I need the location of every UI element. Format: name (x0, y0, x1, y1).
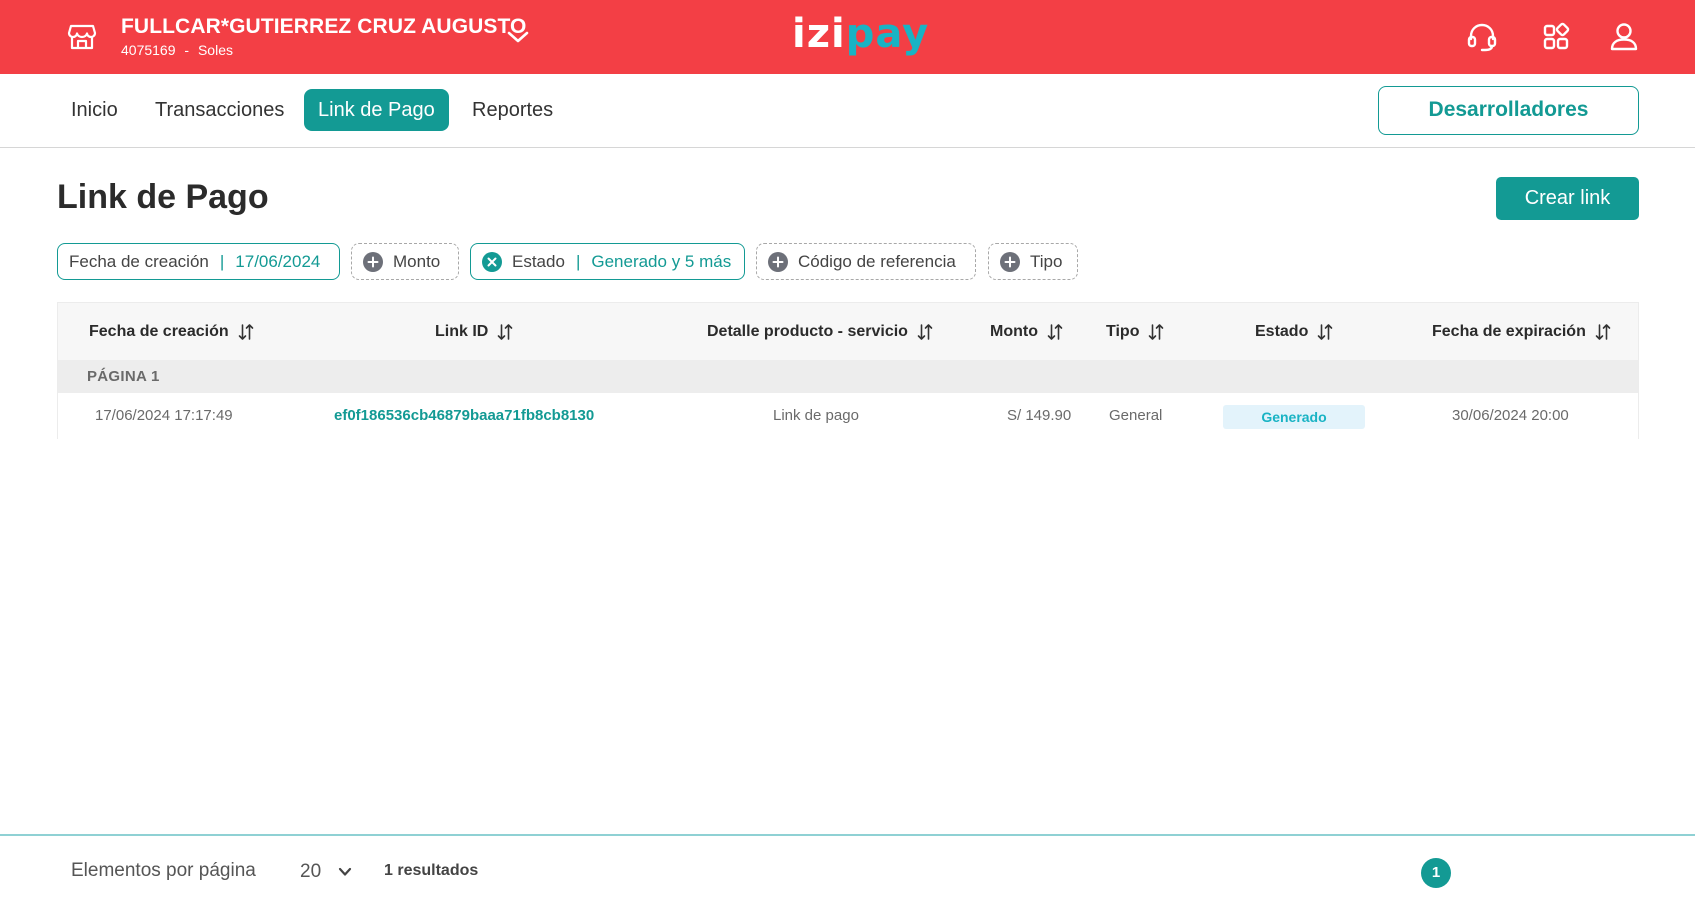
filter-tipo-label: Tipo (1030, 251, 1063, 271)
filter-monto-label: Monto (393, 251, 441, 271)
sort-icon (1595, 323, 1611, 340)
per-page-value: 20 (300, 861, 322, 882)
column-label: Fecha de creación (89, 323, 229, 340)
cell-link-id[interactable]: ef0f186536cb46879baaa71fb8cb8130 (334, 393, 594, 439)
store-icon[interactable] (66, 20, 98, 52)
filter-estado-value: Generado y 5 más (591, 251, 732, 271)
table-header: Fecha de creación Link ID Detalle produc… (58, 303, 1638, 360)
create-link-button[interactable]: Crear link (1496, 177, 1639, 220)
chevron-down-icon[interactable] (503, 26, 533, 48)
cell-amount: S/ 149.90 (1007, 407, 1072, 424)
filter-codigo-label: Código de referencia (798, 251, 956, 271)
main-nav: Inicio Transacciones Link de Pago Report… (0, 74, 1695, 148)
page-title: Link de Pago (57, 178, 269, 216)
merchant-name: FULLCAR*GUTIERREZ CRUZ AUGUSTO (121, 15, 527, 38)
filter-fecha-value: 17/06/2024 (235, 251, 321, 271)
links-table: Fecha de creación Link ID Detalle produc… (57, 302, 1639, 439)
izipay-logo: izipay (792, 11, 929, 57)
filter-codigo-referencia[interactable]: Código de referencia (756, 243, 976, 280)
column-tipo[interactable]: Tipo (1106, 303, 1164, 360)
results-count: 1 resultados (384, 862, 479, 879)
filter-estado-label: Estado (512, 251, 565, 271)
filter-separator: | (219, 251, 225, 271)
sort-icon (1047, 323, 1063, 340)
top-bar: FULLCAR*GUTIERREZ CRUZ AUGUSTO 4075169 -… (0, 0, 1695, 74)
page-group-label: PÁGINA 1 (87, 368, 160, 385)
status-badge: Generado (1223, 405, 1365, 429)
filter-tipo[interactable]: Tipo (988, 243, 1078, 280)
apps-grid-icon[interactable] (1538, 19, 1574, 55)
column-label: Detalle producto - servicio (707, 323, 908, 340)
sort-icon (238, 323, 253, 340)
page-1-button[interactable]: 1 (1421, 858, 1451, 888)
per-page-label: Elementos por página (71, 860, 256, 881)
headset-icon[interactable] (1464, 19, 1500, 55)
filter-estado[interactable]: Estado | Generado y 5 más (470, 243, 745, 280)
page-group-header: PÁGINA 1 (58, 360, 1638, 393)
close-circle-icon[interactable] (482, 251, 502, 272)
merchant-separator: - (184, 42, 190, 58)
column-fecha-creacion[interactable]: Fecha de creación (89, 303, 254, 360)
column-monto[interactable]: Monto (990, 303, 1063, 360)
sort-icon (1318, 323, 1333, 340)
sort-icon (917, 323, 933, 340)
column-estado[interactable]: Estado (1255, 303, 1333, 360)
column-label: Fecha de expiración (1432, 323, 1586, 340)
merchant-subtitle: 4075169 - Soles (121, 42, 527, 58)
sort-icon (1149, 323, 1164, 340)
merchant-currency: Soles (197, 42, 233, 58)
cell-detail: Link de pago (773, 407, 859, 424)
tab-transacciones[interactable]: Transacciones (141, 89, 298, 131)
column-label: Estado (1255, 323, 1309, 340)
column-label: Tipo (1106, 323, 1140, 340)
table-row[interactable]: 17/06/2024 17:17:49 ef0f186536cb46879baa… (58, 393, 1638, 439)
cell-type: General (1109, 407, 1163, 424)
plus-circle-icon (1000, 251, 1020, 272)
logo-izi: izi (792, 11, 846, 57)
tab-inicio[interactable]: Inicio (57, 89, 132, 131)
logo-pay: pay (845, 11, 930, 57)
merchant-info[interactable]: FULLCAR*GUTIERREZ CRUZ AUGUSTO 4075169 -… (121, 15, 527, 58)
filter-monto[interactable]: Monto (351, 243, 459, 280)
filter-fecha-creacion[interactable]: Fecha de creación | 17/06/2024 (57, 243, 340, 280)
chevron-down-icon (339, 867, 352, 876)
cell-created: 17/06/2024 17:17:49 (95, 407, 233, 424)
plus-circle-icon (768, 251, 788, 272)
sort-icon (498, 323, 513, 340)
user-icon[interactable] (1606, 19, 1642, 55)
filter-separator: | (575, 251, 581, 271)
column-label: Link ID (435, 323, 489, 340)
app: FULLCAR*GUTIERREZ CRUZ AUGUSTO 4075169 -… (0, 0, 1695, 905)
column-fecha-expiracion[interactable]: Fecha de expiración (1432, 303, 1611, 360)
tab-link-de-pago[interactable]: Link de Pago (304, 89, 449, 131)
column-link-id[interactable]: Link ID (435, 303, 513, 360)
tab-reportes[interactable]: Reportes (458, 89, 567, 131)
merchant-code: 4075169 (121, 42, 176, 58)
column-detalle[interactable]: Detalle producto - servicio (707, 303, 933, 360)
column-label: Monto (990, 323, 1038, 340)
cell-expires: 30/06/2024 20:00 (1452, 407, 1569, 424)
per-page-select[interactable]: 20 (300, 857, 353, 887)
plus-circle-icon (363, 251, 383, 272)
pagination-footer: Elementos por página 20 1 resultados 1 (0, 834, 1695, 905)
filter-fecha-label: Fecha de creación (69, 251, 209, 271)
developers-button[interactable]: Desarrolladores (1378, 86, 1639, 135)
